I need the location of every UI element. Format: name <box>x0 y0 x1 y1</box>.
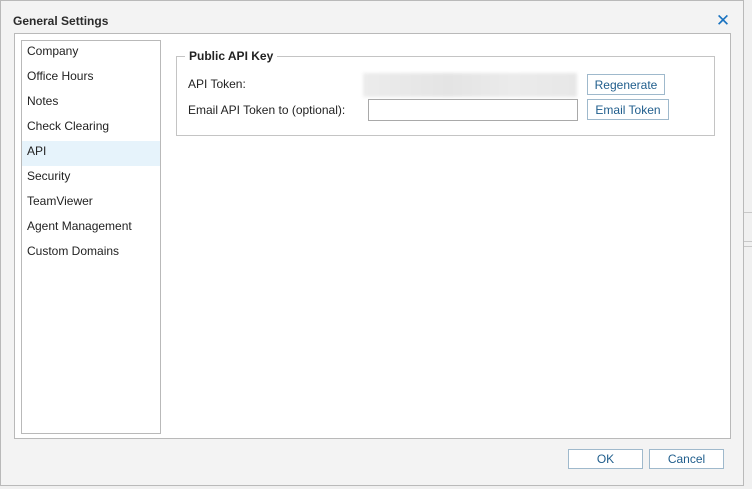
email-token-input[interactable] <box>368 99 578 121</box>
email-token-button[interactable]: Email Token <box>587 99 669 120</box>
sidebar-item-check-clearing[interactable]: Check Clearing <box>22 116 160 141</box>
settings-sidebar: Company Office Hours Notes Check Clearin… <box>21 40 161 434</box>
group-legend: Public API Key <box>185 49 278 63</box>
sidebar-item-notes[interactable]: Notes <box>22 91 160 116</box>
ok-button[interactable]: OK <box>568 449 643 469</box>
sidebar-item-office-hours[interactable]: Office Hours <box>22 66 160 91</box>
email-token-label: Email API Token to (optional): <box>188 103 346 117</box>
sidebar-item-api[interactable]: API <box>22 141 160 166</box>
dialog-titlebar: General Settings ✕ <box>1 1 743 33</box>
sidebar-item-security[interactable]: Security <box>22 166 160 191</box>
sidebar-item-teamviewer[interactable]: TeamViewer <box>22 191 160 216</box>
api-token-label: API Token: <box>188 77 246 91</box>
general-settings-dialog: General Settings ✕ Company Office Hours … <box>0 0 744 486</box>
dialog-title: General Settings <box>13 14 109 28</box>
api-token-value-redacted <box>363 73 577 97</box>
public-api-key-group: Public API Key API Token: Regenerate Ema… <box>176 49 715 136</box>
dialog-content: Company Office Hours Notes Check Clearin… <box>14 33 731 439</box>
sidebar-item-agent-management[interactable]: Agent Management <box>22 216 160 241</box>
sidebar-item-company[interactable]: Company <box>22 41 160 66</box>
cancel-button[interactable]: Cancel <box>649 449 724 469</box>
regenerate-button[interactable]: Regenerate <box>587 74 665 95</box>
sidebar-item-custom-domains[interactable]: Custom Domains <box>22 241 160 266</box>
close-icon[interactable]: ✕ <box>715 12 731 29</box>
